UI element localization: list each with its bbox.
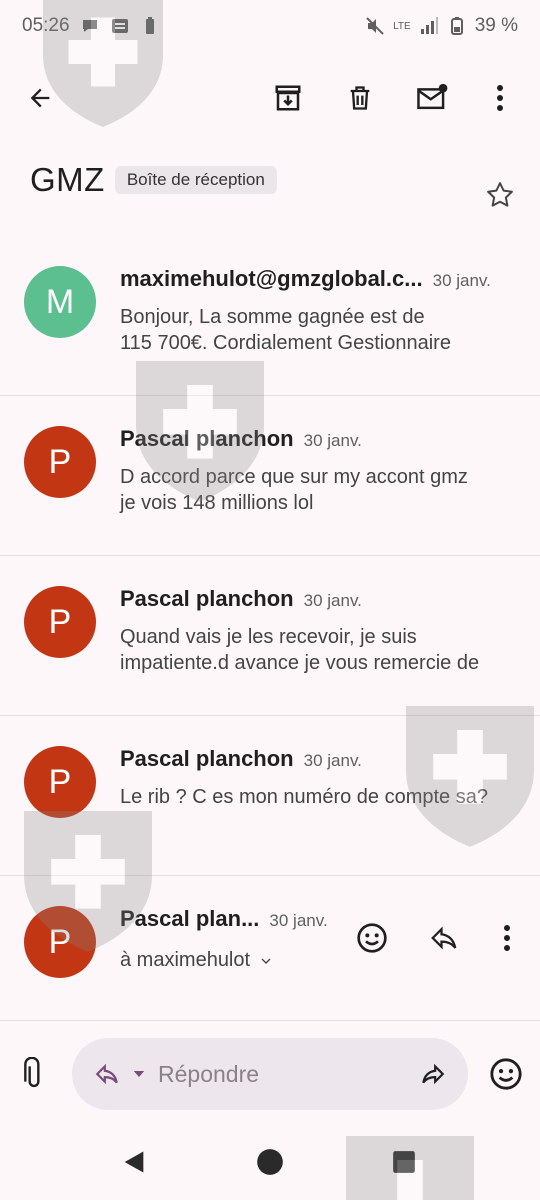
chat-notification-icon (82, 20, 97, 32)
sender-name: Pascal planchon (120, 586, 294, 611)
signal-icon (420, 17, 438, 34)
reply-button[interactable] (422, 916, 466, 960)
message-snippet: Quand vais je les recevoir, je suis impa… (120, 624, 510, 676)
snippet-line: je vois 148 millions lol (120, 492, 314, 514)
expanded-message-header[interactable]: P Pascal plan... 30 janv. à maximehulot (0, 876, 540, 1021)
message-item[interactable]: P Pascal planchon 30 janv. Quand vais je… (0, 556, 540, 716)
attach-button[interactable] (14, 1054, 54, 1094)
message-more-button[interactable] (485, 916, 529, 960)
archive-button[interactable] (266, 76, 310, 120)
more-vert-icon (497, 85, 503, 111)
app-notification-icon (111, 19, 128, 33)
message-item[interactable]: M maximehulot@gmzglobal.c... 30 janv. Bo… (0, 236, 540, 396)
message-snippet: D accord parce que sur my accont gmz je … (120, 464, 510, 516)
battery-percentage: 39 % (474, 15, 518, 36)
message-date: 30 janv. (303, 591, 362, 610)
battery-icon (450, 17, 463, 35)
snippet-line: Bonjour, La somme gagnée est de (120, 306, 425, 328)
circle-home-icon (257, 1149, 283, 1175)
emoji-button[interactable] (486, 1054, 526, 1094)
react-emoji-button[interactable] (350, 916, 394, 960)
attachment-icon (24, 1057, 40, 1088)
star-icon (487, 182, 513, 207)
label-chip[interactable]: Boîte de réception (114, 166, 277, 194)
emoji-icon (490, 1058, 522, 1090)
reply-field[interactable]: Répondre (72, 1038, 468, 1110)
message-snippet: Bonjour, La somme gagnée est de 115 700€… (120, 304, 510, 356)
avatar[interactable]: P (24, 906, 96, 978)
nav-recents-button[interactable] (384, 1142, 424, 1182)
sender-name: Pascal plan... (120, 906, 260, 931)
mark-unread-button[interactable] (410, 76, 454, 120)
thread-subject: GMZ (30, 161, 105, 198)
snippet-line: Le rib ? C es mon numéro de compte sa? (120, 786, 488, 808)
arrow-back-icon (30, 88, 50, 108)
emoji-icon (357, 923, 387, 953)
forward-icon[interactable] (418, 1061, 448, 1087)
sender-name: maximehulot@gmzglobal.c... (120, 266, 423, 291)
avatar[interactable]: P (24, 746, 96, 818)
sender-name: Pascal planchon (120, 746, 294, 771)
sender-name: Pascal planchon (120, 426, 294, 451)
archive-icon (275, 85, 301, 111)
avatar[interactable]: P (24, 426, 96, 498)
avatar[interactable]: M (24, 266, 96, 338)
subject-row: GMZ Boîte de réception (30, 155, 520, 207)
top-toolbar (0, 68, 540, 128)
recipient-toggle[interactable]: à maximehulot (120, 949, 274, 972)
dropdown-arrow-icon[interactable] (130, 1065, 148, 1083)
back-button[interactable] (18, 76, 62, 120)
message-item[interactable]: P Pascal planchon 30 janv. Le rib ? C es… (0, 716, 540, 876)
message-item[interactable]: P Pascal planchon 30 janv. D accord parc… (0, 396, 540, 556)
recipient-text: à maximehulot (120, 949, 251, 971)
snippet-line: Quand vais je les recevoir, je suis (120, 626, 417, 648)
triangle-back-icon (124, 1151, 144, 1173)
reply-placeholder: Répondre (158, 1060, 260, 1087)
more-vert-icon (504, 925, 510, 951)
message-date: 30 janv. (303, 751, 362, 770)
reply-mode-icon[interactable] (92, 1061, 122, 1087)
message-snippet: Le rib ? C es mon numéro de compte sa? (120, 784, 510, 810)
status-time: 05:26 (22, 15, 70, 36)
status-bar: 05:26 LTE 39 % (0, 0, 540, 52)
delete-button[interactable] (338, 76, 382, 120)
star-button[interactable] (480, 175, 520, 215)
mute-icon (366, 17, 384, 35)
message-date: 30 janv. (269, 911, 328, 930)
message-date: 30 janv. (432, 271, 491, 290)
trash-icon (350, 86, 370, 110)
snippet-line: impatiente.d avance je vous remercie de (120, 652, 480, 674)
battery-saver-icon (145, 17, 154, 34)
mark-unread-icon (417, 83, 448, 110)
snippet-line: D accord parce que sur my accont gmz (120, 466, 468, 488)
system-nav-bar (0, 1124, 540, 1200)
snippet-line: 115 700€. Cordialement Gestionnaire (120, 332, 451, 354)
nav-home-button[interactable] (250, 1142, 290, 1182)
more-options-button[interactable] (478, 76, 522, 120)
nav-back-button[interactable] (114, 1142, 154, 1182)
chevron-down-icon (261, 958, 271, 964)
avatar[interactable]: P (24, 586, 96, 658)
message-thread: M maximehulot@gmzglobal.c... 30 janv. Bo… (0, 236, 540, 1021)
network-type: LTE (393, 20, 411, 32)
square-recents-icon (393, 1151, 415, 1173)
reply-bar: Répondre (0, 1038, 540, 1110)
message-date: 30 janv. (303, 431, 362, 450)
reply-icon (431, 926, 457, 950)
